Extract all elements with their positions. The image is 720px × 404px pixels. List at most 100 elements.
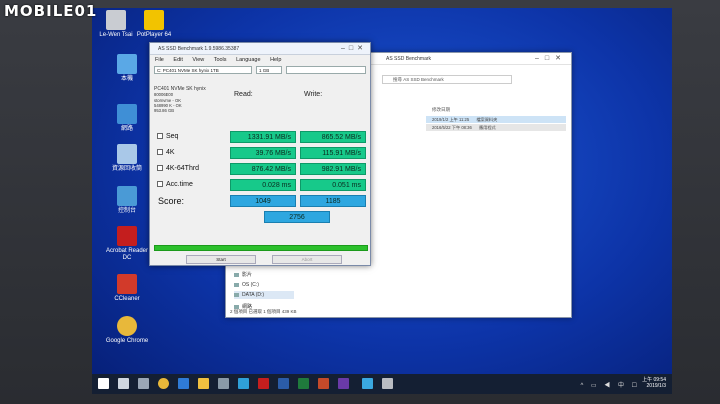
menu-file[interactable]: File — [155, 57, 164, 63]
excel-icon[interactable] — [298, 378, 309, 389]
menu-language[interactable]: Language — [236, 57, 260, 63]
row-label[interactable]: 4K — [154, 145, 228, 161]
chrome-icon — [117, 316, 137, 336]
nav-item-data-d[interactable]: DATA (D:) — [234, 291, 294, 299]
result-row-4k-64thrd: 4K-64Thrd 876.42 MB/s 982.91 MB/s — [154, 161, 368, 177]
menu-help[interactable]: Help — [270, 57, 281, 63]
file-type: 檔案資料夾 — [476, 117, 498, 122]
row-label-text: 4K — [166, 149, 175, 156]
recycle-bin-icon — [117, 144, 137, 164]
4k64-write-value: 982.91 MB/s — [300, 163, 366, 175]
start-windows-icon[interactable] — [98, 378, 109, 389]
row-label[interactable]: Acc.time — [154, 177, 228, 193]
menu-edit[interactable]: Edit — [173, 57, 182, 63]
acrobat-icon[interactable] — [258, 378, 269, 389]
task-view-icon[interactable] — [138, 378, 149, 389]
drive-icon — [234, 293, 239, 297]
desktop-icon-control-panel[interactable]: 控制台 — [105, 186, 149, 215]
desktop-icon-label: 網路 — [120, 126, 133, 132]
system-tray[interactable]: ^ ▭ ◀ 中 ☐ — [580, 380, 640, 389]
powerpoint-icon[interactable] — [318, 378, 329, 389]
drive-info: PC401 NVMe SK hynix 80006E00 stornvme - … — [154, 86, 224, 114]
result-row-acc-time: Acc.time 0.028 ms 0.051 ms — [154, 177, 368, 193]
status-bar: 2 個項目 已選取 1 個項目 439 KB — [230, 309, 297, 314]
selector-row: C: PC401 NVMe SK hynix 1TB 1 GB — [150, 65, 370, 76]
desktop-icon-recycle-bin[interactable]: 資源回收筒 — [105, 144, 149, 173]
checkbox[interactable] — [157, 165, 163, 171]
desktop-icon-label: 資源回收筒 — [111, 166, 142, 172]
size-select[interactable]: 1 GB — [256, 66, 282, 74]
watermark-logo: MOBILE01 — [4, 2, 98, 20]
video-folder-icon — [234, 273, 239, 277]
drive-icon — [234, 283, 239, 287]
desktop-icon-potplayer[interactable]: PotPlayer 64 — [132, 10, 176, 39]
window-controls[interactable]: –□✕ — [535, 53, 567, 65]
checkbox[interactable] — [157, 181, 163, 187]
desktop-icon-ccleaner[interactable]: CCleaner — [105, 274, 149, 303]
nav-label: OS (C:) — [242, 282, 259, 288]
score-label: Score: — [158, 196, 185, 206]
as-ssd-window[interactable]: AS SSD Benchmark 1.9.5986.35387 –□✕ File… — [149, 42, 371, 266]
acc-read-value: 0.028 ms — [230, 179, 296, 191]
drive-select[interactable]: C: PC401 NVMe SK hynix 1TB — [154, 66, 252, 74]
read-header: Read: — [234, 91, 253, 98]
network-icon — [117, 104, 137, 124]
nav-item-videos[interactable]: 影片 — [234, 271, 252, 279]
as-ssd-titlebar[interactable]: AS SSD Benchmark 1.9.5986.35387 –□✕ — [150, 43, 370, 55]
search-input[interactable]: 搜尋 AS SSD Benchmark — [382, 75, 512, 84]
row-label-text: Seq — [166, 133, 179, 140]
menu-view[interactable]: View — [192, 57, 204, 63]
extra-field[interactable] — [286, 66, 366, 74]
row-label[interactable]: Seq — [154, 129, 228, 145]
4k64-read-value: 876.42 MB/s — [230, 163, 296, 175]
file-row[interactable]: 2016/5/22 下午 08:36 應用程式 — [426, 124, 566, 131]
onenote-icon[interactable] — [338, 378, 349, 389]
menu-tools[interactable]: Tools — [214, 57, 227, 63]
file-date: 2019/1/2 上午 11:25 — [432, 117, 470, 122]
row-label[interactable]: 4K-64Thrd — [154, 161, 228, 177]
edge-icon[interactable] — [178, 378, 189, 389]
4k-write-value: 115.91 MB/s — [300, 147, 366, 159]
result-row-seq: Seq 1331.91 MB/s 865.52 MB/s — [154, 129, 368, 145]
search-icon[interactable] — [118, 378, 129, 389]
seq-read-value: 1331.91 MB/s — [230, 131, 296, 143]
row-label-text: 4K-64Thrd — [166, 165, 200, 172]
checkbox[interactable] — [157, 133, 163, 139]
desktop-icon-acrobat[interactable]: Acrobat Reader DC — [105, 226, 149, 262]
desktop-icon-label: Google Chrome — [105, 338, 149, 344]
app-icon[interactable] — [238, 378, 249, 389]
file-type: 應用程式 — [478, 125, 496, 130]
write-header: Write: — [304, 91, 323, 98]
clock[interactable]: 上午 09:54 2019/1/3 — [642, 377, 666, 389]
drive-capacity: 953.86 GB — [154, 108, 175, 114]
start-button[interactable]: Start — [186, 255, 256, 264]
desktop-icon-this-pc[interactable]: 本機 — [105, 54, 149, 83]
score-row: Score: 1049 1185 — [154, 193, 368, 209]
nav-item-os-c[interactable]: OS (C:) — [234, 281, 259, 289]
acrobat-icon — [117, 226, 137, 246]
photos-icon[interactable] — [362, 378, 373, 389]
column-header-modified[interactable]: 修改日期 — [432, 107, 450, 113]
window-controls[interactable]: –□✕ — [341, 43, 367, 55]
file-row[interactable]: 2019/1/2 上午 11:25 檔案資料夾 — [426, 116, 566, 123]
file-date: 2016/5/22 下午 08:36 — [432, 125, 472, 130]
folder-icon — [106, 10, 126, 30]
progress-bar — [154, 245, 368, 251]
desktop-icon-label: 控制台 — [117, 208, 136, 214]
chrome-icon[interactable] — [158, 378, 169, 389]
store-icon[interactable] — [218, 378, 229, 389]
result-row-4k: 4K 39.76 MB/s 115.91 MB/s — [154, 145, 368, 161]
menu-bar: File Edit View Tools Language Help — [150, 55, 370, 65]
potplayer-icon — [144, 10, 164, 30]
clock-date: 2019/1/3 — [646, 383, 666, 389]
desktop-icon-chrome[interactable]: Google Chrome — [105, 316, 149, 345]
score-write: 1185 — [300, 195, 366, 207]
abort-button[interactable]: Abort — [272, 255, 342, 264]
as-ssd-taskbar-icon[interactable] — [382, 378, 393, 389]
file-explorer-icon[interactable] — [198, 378, 209, 389]
4k-read-value: 39.76 MB/s — [230, 147, 296, 159]
desktop-icon-network[interactable]: 網路 — [105, 104, 149, 133]
checkbox[interactable] — [157, 149, 163, 155]
desktop-icon-label: CCleaner — [114, 296, 140, 302]
word-icon[interactable] — [278, 378, 289, 389]
